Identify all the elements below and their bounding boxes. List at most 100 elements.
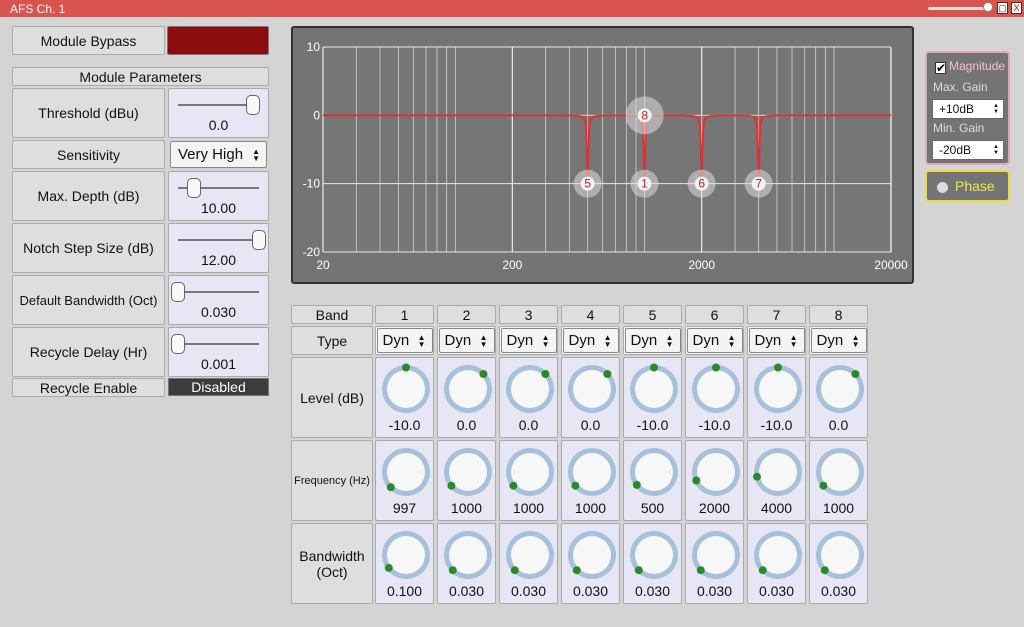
knob-dial[interactable] <box>752 527 804 583</box>
band-bandwidth-knob[interactable]: 0.030 <box>561 523 620 604</box>
band-type-select[interactable]: Dyn ▲ ▼ <box>624 328 681 353</box>
bypass-indicator[interactable] <box>167 26 269 55</box>
band-level-knob[interactable]: -10.0 <box>375 357 434 438</box>
band-frequency-value: 997 <box>392 500 417 516</box>
recycle-enable-toggle[interactable]: Disabled <box>168 378 269 396</box>
phase-toggle[interactable]: Phase <box>925 170 1010 202</box>
knob-dial[interactable] <box>752 361 804 417</box>
band-frequency-knob[interactable]: 4000 <box>747 440 806 521</box>
maximize-icon[interactable]: ▢ <box>997 2 1008 14</box>
band-type-select[interactable]: Dyn ▲ ▼ <box>438 328 495 353</box>
knob-dial[interactable] <box>442 527 494 583</box>
knob-face <box>697 370 735 408</box>
band-level-knob[interactable]: -10.0 <box>747 357 806 438</box>
phase-radio-icon[interactable] <box>937 182 948 193</box>
knob-dial[interactable] <box>690 361 742 417</box>
knob-dial[interactable] <box>566 361 618 417</box>
knob-indicator <box>634 566 643 575</box>
threshold-slider-knob[interactable] <box>246 95 261 115</box>
x-tick-label: 200 <box>502 258 522 272</box>
band-frequency-knob[interactable]: 1000 <box>437 440 496 521</box>
knob-dial[interactable] <box>442 361 494 417</box>
band-type-select[interactable]: Dyn ▲ ▼ <box>686 328 743 353</box>
band-type-select[interactable]: Dyn ▲ ▼ <box>500 328 557 353</box>
threshold-control[interactable]: 0.0 <box>168 88 269 138</box>
band-frequency-knob[interactable]: 2000 <box>685 440 744 521</box>
knob-indicator <box>571 481 580 490</box>
band-level-value: -10.0 <box>760 417 793 433</box>
knob-dial[interactable] <box>504 361 556 417</box>
band-frequency-knob[interactable]: 1000 <box>499 440 558 521</box>
band-level-knob[interactable]: 0.0 <box>561 357 620 438</box>
min-gain-value: -20dB <box>939 143 972 157</box>
band-bandwidth-knob[interactable]: 0.030 <box>809 523 868 604</box>
band-bandwidth-knob[interactable]: 0.030 <box>437 523 496 604</box>
band-type-select[interactable]: Dyn ▲ ▼ <box>748 328 805 353</box>
band-frequency-knob[interactable]: 500 <box>623 440 682 521</box>
frequency-response-plot[interactable]: 10 0 -10 -2020 200 2000 20000 8 5 1 6 7 <box>293 28 912 282</box>
band-type-select[interactable]: Dyn ▲ ▼ <box>376 328 433 353</box>
knob-dial[interactable] <box>814 361 866 417</box>
band-bandwidth-knob[interactable]: 0.030 <box>623 523 682 604</box>
knob-dial[interactable] <box>504 444 556 500</box>
band-type-cell: Dyn ▲ ▼ <box>685 326 744 355</box>
band-bandwidth-knob[interactable]: 0.030 <box>499 523 558 604</box>
knob-dial[interactable] <box>442 444 494 500</box>
band-type-select[interactable]: Dyn ▲ ▼ <box>562 328 619 353</box>
max-depth-slider-knob[interactable] <box>187 178 202 198</box>
default-bandwidth-slider-track[interactable] <box>178 291 259 293</box>
knob-dial[interactable] <box>690 527 742 583</box>
band-type-select[interactable]: Dyn ▲ ▼ <box>810 328 867 353</box>
knob-dial[interactable] <box>690 444 742 500</box>
max-depth-control[interactable]: 10.00 <box>168 171 269 221</box>
band-bandwidth-value: 0.030 <box>448 583 485 599</box>
magnitude-check-icon[interactable]: ✔ <box>935 62 946 74</box>
magnitude-checkbox[interactable]: ✔ Magnitude <box>935 59 1005 74</box>
knob-dial[interactable] <box>814 527 866 583</box>
knob-dial[interactable] <box>752 444 804 500</box>
band-level-knob[interactable]: 0.0 <box>809 357 868 438</box>
knob-dial[interactable] <box>380 444 432 500</box>
notch-step-slider-knob[interactable] <box>252 230 266 250</box>
module-bypass-button[interactable]: Module Bypass <box>12 26 165 55</box>
recycle-delay-control[interactable]: 0.001 <box>168 327 269 377</box>
band-type-value: Dyn <box>444 332 472 349</box>
opacity-slider[interactable] <box>928 7 988 10</box>
band-frequency-knob[interactable]: 1000 <box>809 440 868 521</box>
knob-dial[interactable] <box>628 444 680 500</box>
band-level-knob[interactable]: -10.0 <box>623 357 682 438</box>
band-frequency-knob[interactable]: 997 <box>375 440 434 521</box>
band-type-cell: Dyn ▲ ▼ <box>809 326 868 355</box>
sensitivity-select[interactable]: Very High ▲ ▼ <box>170 141 267 168</box>
band-number-1: 1 <box>375 305 434 324</box>
opacity-slider-knob[interactable] <box>983 2 993 12</box>
notch-step-slider-track[interactable] <box>178 239 259 241</box>
knob-dial[interactable] <box>380 527 432 583</box>
knob-indicator <box>696 566 705 575</box>
min-gain-select[interactable]: -20dB ▲ ▼ <box>932 140 1004 160</box>
knob-dial[interactable] <box>628 527 680 583</box>
knob-dial[interactable] <box>628 361 680 417</box>
band-bandwidth-knob[interactable]: 0.100 <box>375 523 434 604</box>
band-level-knob[interactable]: -10.0 <box>685 357 744 438</box>
knob-dial[interactable] <box>566 527 618 583</box>
knob-dial[interactable] <box>566 444 618 500</box>
recycle-delay-slider-track[interactable] <box>178 343 259 345</box>
band-bandwidth-knob[interactable]: 0.030 <box>685 523 744 604</box>
band-level-knob[interactable]: 0.0 <box>499 357 558 438</box>
default-bandwidth-control[interactable]: 0.030 <box>168 275 269 325</box>
close-icon[interactable]: X <box>1011 2 1022 14</box>
select-arrows-icon: ▲ ▼ <box>993 103 999 115</box>
default-bandwidth-slider-knob[interactable] <box>171 282 185 302</box>
knob-dial[interactable] <box>380 361 432 417</box>
band-bandwidth-knob[interactable]: 0.030 <box>747 523 806 604</box>
frequency-response-graph[interactable]: 10 0 -10 -20 20 200 2000 20000 8 5 1 6 7 <box>291 26 914 284</box>
band-frequency-knob[interactable]: 1000 <box>561 440 620 521</box>
notch-step-control[interactable]: 12.00 <box>168 223 269 273</box>
recycle-delay-slider-knob[interactable] <box>171 334 185 354</box>
band-level-knob[interactable]: 0.0 <box>437 357 496 438</box>
knob-dial[interactable] <box>504 527 556 583</box>
select-arrows-icon: ▲ ▼ <box>727 332 736 349</box>
max-gain-select[interactable]: +10dB ▲ ▼ <box>932 99 1004 119</box>
knob-dial[interactable] <box>814 444 866 500</box>
